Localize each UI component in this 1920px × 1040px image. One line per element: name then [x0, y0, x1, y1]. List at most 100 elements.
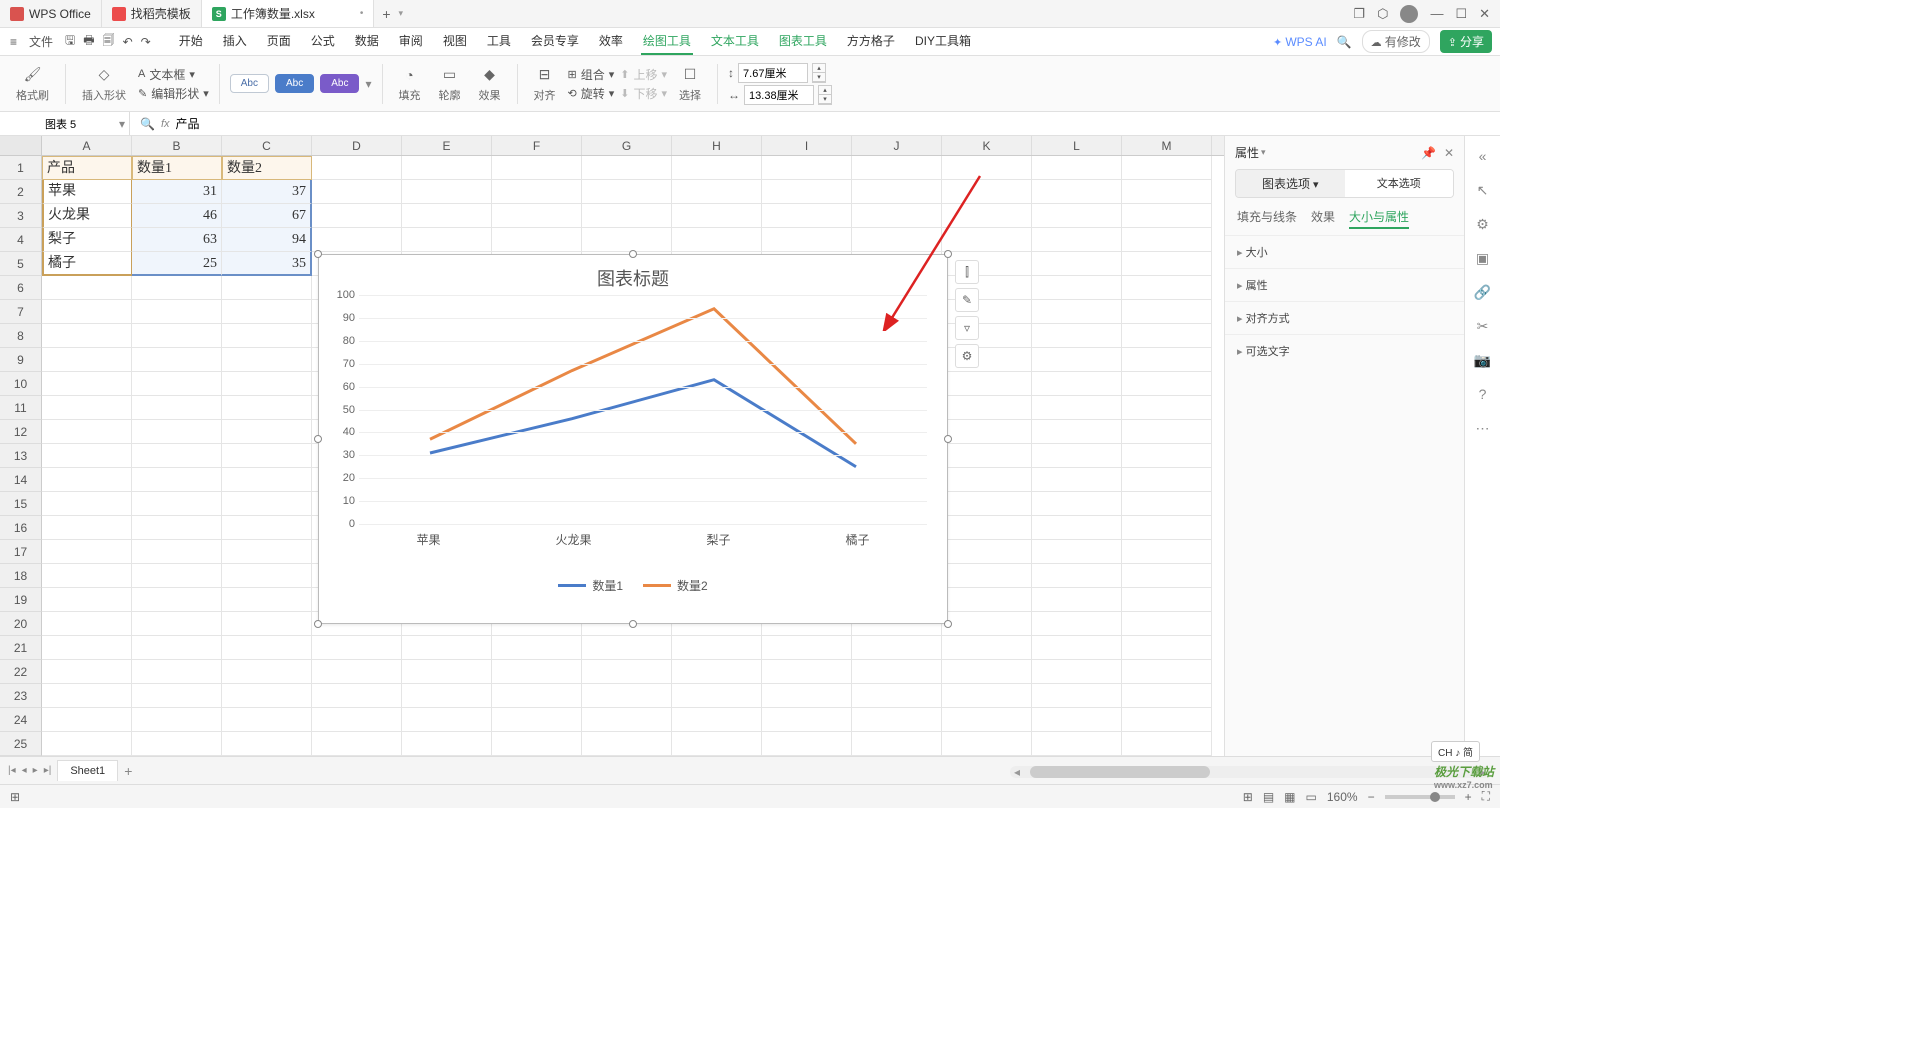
- zoom-in-icon[interactable]: +: [1465, 790, 1472, 804]
- sheet-tab-1[interactable]: Sheet1: [57, 760, 118, 781]
- share-button[interactable]: ⇪ 分享: [1440, 30, 1492, 53]
- col-header[interactable]: D: [312, 136, 402, 155]
- cell[interactable]: 31: [132, 180, 222, 204]
- cell[interactable]: [942, 372, 1032, 396]
- row-header[interactable]: 18: [0, 564, 42, 588]
- tab-fangfang[interactable]: 方方格子: [845, 28, 897, 55]
- cell[interactable]: 梨子: [42, 228, 132, 252]
- cell[interactable]: [1032, 156, 1122, 180]
- cell[interactable]: [132, 396, 222, 420]
- col-header[interactable]: J: [852, 136, 942, 155]
- file-menu[interactable]: 文件: [23, 31, 59, 52]
- cell[interactable]: [222, 276, 312, 300]
- cell[interactable]: [402, 156, 492, 180]
- tab-data[interactable]: 数据: [353, 28, 381, 55]
- cell[interactable]: [222, 660, 312, 684]
- col-header[interactable]: G: [582, 136, 672, 155]
- tab-text-tools[interactable]: 文本工具: [709, 28, 761, 55]
- tab-member[interactable]: 会员专享: [529, 28, 581, 55]
- tab-text-options[interactable]: 文本选项: [1345, 170, 1454, 197]
- cell[interactable]: [1032, 300, 1122, 324]
- row-header[interactable]: 15: [0, 492, 42, 516]
- tab-view[interactable]: 视图: [441, 28, 469, 55]
- cell[interactable]: [1122, 180, 1212, 204]
- cell[interactable]: [492, 660, 582, 684]
- cell[interactable]: [402, 708, 492, 732]
- cell[interactable]: [42, 420, 132, 444]
- cell[interactable]: [132, 372, 222, 396]
- cell[interactable]: [942, 396, 1032, 420]
- formula-input[interactable]: [176, 116, 476, 131]
- layers-icon[interactable]: ▣: [1473, 248, 1493, 268]
- cell[interactable]: [402, 732, 492, 756]
- cell[interactable]: [222, 444, 312, 468]
- chart-settings-icon[interactable]: ⚙: [955, 344, 979, 368]
- cell[interactable]: [492, 684, 582, 708]
- sheet-nav-prev[interactable]: ◂: [22, 765, 27, 776]
- col-header[interactable]: A: [42, 136, 132, 155]
- cell[interactable]: [1032, 420, 1122, 444]
- cell[interactable]: [942, 204, 1032, 228]
- status-mode-icon[interactable]: ⊞: [10, 790, 20, 804]
- col-header[interactable]: I: [762, 136, 852, 155]
- cell[interactable]: [1122, 732, 1212, 756]
- close-icon[interactable]: ✕: [1444, 146, 1454, 160]
- cell[interactable]: [942, 156, 1032, 180]
- row-header[interactable]: 21: [0, 636, 42, 660]
- cell[interactable]: [222, 372, 312, 396]
- cell[interactable]: 火龙果: [42, 204, 132, 228]
- cell[interactable]: [42, 324, 132, 348]
- cell[interactable]: [762, 228, 852, 252]
- style-preset-2[interactable]: Abc: [275, 74, 314, 93]
- cell[interactable]: [132, 516, 222, 540]
- cell[interactable]: [132, 468, 222, 492]
- cell[interactable]: [762, 660, 852, 684]
- tab-diy[interactable]: DIY工具箱: [913, 28, 973, 55]
- cell[interactable]: [1122, 204, 1212, 228]
- row-header[interactable]: 10: [0, 372, 42, 396]
- cell[interactable]: [582, 684, 672, 708]
- chart-filter-icon[interactable]: ▿: [955, 316, 979, 340]
- resize-handle[interactable]: [314, 620, 322, 628]
- resize-handle[interactable]: [314, 250, 322, 258]
- cell[interactable]: [492, 228, 582, 252]
- row-header[interactable]: 25: [0, 732, 42, 756]
- cell[interactable]: [132, 276, 222, 300]
- sheet-nav-first[interactable]: |◂: [8, 765, 16, 776]
- cell[interactable]: [1122, 252, 1212, 276]
- row-header[interactable]: 1: [0, 156, 42, 180]
- cell[interactable]: [1122, 324, 1212, 348]
- cell[interactable]: [1122, 228, 1212, 252]
- cell[interactable]: 苹果: [42, 180, 132, 204]
- cell[interactable]: [132, 492, 222, 516]
- tab-efficiency[interactable]: 效率: [597, 28, 625, 55]
- col-header[interactable]: B: [132, 136, 222, 155]
- subtab-fill[interactable]: 填充与线条: [1237, 208, 1297, 229]
- cell[interactable]: [132, 612, 222, 636]
- cell[interactable]: [1122, 492, 1212, 516]
- cell[interactable]: [762, 732, 852, 756]
- cell[interactable]: [402, 636, 492, 660]
- cell[interactable]: [312, 732, 402, 756]
- cell[interactable]: [1032, 564, 1122, 588]
- legend-item[interactable]: 数量2: [643, 577, 708, 594]
- cell[interactable]: [852, 684, 942, 708]
- row-header[interactable]: 22: [0, 660, 42, 684]
- resize-handle[interactable]: [629, 620, 637, 628]
- cell[interactable]: 37: [222, 180, 312, 204]
- cell[interactable]: [942, 708, 1032, 732]
- col-header[interactable]: K: [942, 136, 1032, 155]
- avatar[interactable]: [1400, 5, 1418, 23]
- row-header[interactable]: 8: [0, 324, 42, 348]
- cell[interactable]: [312, 228, 402, 252]
- search-icon[interactable]: 🔍: [1337, 35, 1352, 49]
- cell[interactable]: [852, 204, 942, 228]
- cell[interactable]: [222, 324, 312, 348]
- cell[interactable]: [1032, 660, 1122, 684]
- col-header[interactable]: C: [222, 136, 312, 155]
- cell[interactable]: [1122, 348, 1212, 372]
- cell[interactable]: [942, 540, 1032, 564]
- screenshot-icon[interactable]: 📷: [1473, 350, 1493, 370]
- chart-elements-icon[interactable]: ⫿: [955, 260, 979, 284]
- cell[interactable]: [132, 444, 222, 468]
